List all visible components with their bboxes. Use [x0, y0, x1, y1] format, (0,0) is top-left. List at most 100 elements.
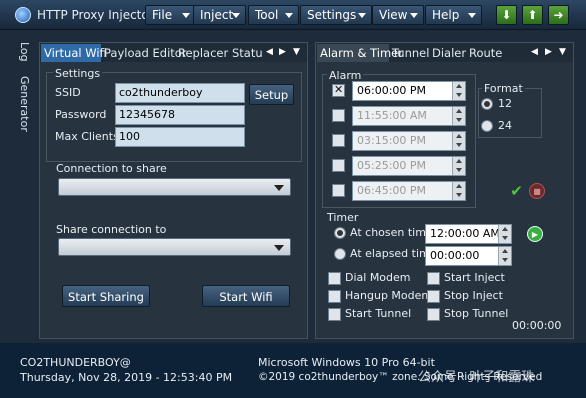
share-connection-to-select[interactable]	[58, 238, 291, 256]
tab-list-icon[interactable]: ▼	[293, 47, 300, 57]
tab-route[interactable]: Route	[466, 44, 502, 62]
menu-inject-label: Inject	[200, 8, 234, 22]
format-24-label: 24	[498, 119, 512, 132]
alarm-4-time[interactable]: 05:25:00 PM	[352, 156, 466, 176]
alarm-1-checkbox[interactable]	[332, 83, 345, 97]
menu-help[interactable]: Help	[425, 5, 482, 25]
menu-settings-label: Settings	[307, 8, 357, 22]
elapsed-counter: 00:00:00	[512, 319, 562, 332]
menu-view[interactable]: View	[372, 5, 424, 25]
spinner-icon[interactable]	[498, 247, 511, 265]
menu-file-label: File	[152, 8, 173, 22]
window-title: HTTP Proxy Injector	[37, 8, 154, 22]
tab-virtual-wifi[interactable]: Virtual Wifi	[41, 44, 107, 62]
hangup-modem-checkbox[interactable]	[328, 290, 341, 303]
at-elapsed-time-input[interactable]: 00:00:00	[425, 246, 512, 266]
alarm-5-checkbox[interactable]	[332, 184, 345, 197]
tab-next-icon[interactable]: ▶	[545, 47, 552, 57]
at-chosen-time-radio[interactable]	[334, 227, 346, 239]
status-datetime: Thursday, Nov 28, 2019 - 12:53:40 PM	[20, 371, 233, 384]
max-clients-label: Max Clients	[55, 130, 119, 143]
status-user: CO2THUNDERBOY@	[20, 356, 131, 369]
chevron-down-icon	[274, 185, 284, 191]
at-chosen-time-input[interactable]: 12:00:00 AM	[425, 224, 512, 244]
stop-inject-checkbox[interactable]	[427, 290, 440, 303]
spinner-icon[interactable]	[452, 182, 465, 200]
tab-replacer[interactable]: Replacer	[175, 44, 229, 62]
chevron-down-icon	[358, 13, 366, 18]
alarm-1-time-value: 06:00:00 PM	[357, 84, 427, 97]
spinner-icon[interactable]	[452, 157, 465, 175]
format-12-radio[interactable]	[481, 98, 493, 110]
watermark: 公众号 · 叶子和露珠	[418, 370, 535, 385]
alarm-4-time-value: 05:25:00 PM	[357, 159, 427, 172]
side-tab-log[interactable]: Log	[13, 42, 31, 66]
setup-button[interactable]: Setup	[249, 84, 294, 105]
chevron-down-icon	[285, 13, 293, 18]
tab-payload-editor[interactable]: Payload Editor	[101, 44, 187, 62]
confirm-check-icon[interactable]: ✔	[508, 183, 525, 200]
tab-prev-icon[interactable]: ◀	[531, 47, 538, 57]
connection-to-share-select[interactable]	[58, 178, 291, 196]
alarm-3-time[interactable]: 03:15:00 PM	[352, 131, 466, 151]
start-wifi-button[interactable]: Start Wifi	[202, 285, 290, 307]
dial-modem-label: Dial Modem	[345, 271, 411, 284]
chevron-down-icon	[232, 13, 240, 18]
arrow-down-icon[interactable]: ⬇	[496, 5, 517, 25]
connection-to-share-label: Connection to share	[56, 162, 167, 175]
at-elapsed-time-label: At elapsed time	[350, 247, 437, 260]
password-label: Password	[55, 108, 107, 121]
tab-next-icon[interactable]: ▶	[279, 47, 286, 57]
alarm-2-checkbox[interactable]	[332, 109, 345, 122]
alarm-3-time-value: 03:15:00 PM	[357, 134, 427, 147]
format-24-radio[interactable]	[481, 120, 493, 132]
arrow-up-icon[interactable]: ⬆	[522, 5, 543, 25]
alarm-3-checkbox[interactable]	[332, 134, 345, 147]
tab-list-icon[interactable]: ▼	[559, 47, 566, 57]
at-elapsed-time-value: 00:00:00	[430, 249, 480, 262]
tab-prev-icon[interactable]: ◀	[266, 47, 273, 57]
hangup-modem-label: Hangup Modem	[345, 289, 433, 302]
tab-tunnel[interactable]: Tunnel	[389, 44, 429, 62]
cancel-icon[interactable]: ■	[529, 183, 545, 199]
app-logo-icon	[15, 7, 31, 23]
stop-tunnel-checkbox[interactable]	[427, 308, 440, 321]
start-inject-label: Start Inject	[444, 271, 505, 284]
start-inject-checkbox[interactable]	[427, 272, 440, 285]
menu-view-label: View	[379, 8, 408, 22]
spinner-icon[interactable]	[452, 82, 465, 100]
at-elapsed-time-radio[interactable]	[334, 248, 346, 260]
spinner-icon[interactable]	[498, 225, 511, 243]
tab-alarm-timer[interactable]: Alarm & Timer	[317, 44, 403, 62]
tab-status[interactable]: Statu	[229, 44, 263, 62]
side-tab-generator[interactable]: Generator	[13, 76, 31, 136]
alarm-timer-panel: Alarm & Timer Tunnel Dialer Route ◀ ▶ ▼ …	[315, 42, 574, 339]
play-icon[interactable]: ▶	[527, 226, 543, 242]
spinner-icon[interactable]	[452, 132, 465, 150]
spinner-icon[interactable]	[452, 107, 465, 125]
ssid-input[interactable]: co2thunderboy	[115, 83, 245, 103]
tab-dialer[interactable]: Dialer	[429, 44, 466, 62]
virtual-wifi-panel: Virtual Wifi Payload Editor Replacer Sta…	[39, 42, 308, 339]
ssid-label: SSID	[55, 86, 81, 99]
arrow-right-icon[interactable]: ➜	[548, 5, 569, 25]
menu-inject[interactable]: Inject	[193, 5, 246, 25]
menu-file[interactable]: File	[145, 5, 196, 25]
timer-label: Timer	[327, 211, 359, 224]
password-input[interactable]: 12345678	[115, 105, 245, 125]
stop-inject-label: Stop Inject	[444, 289, 503, 302]
status-os: Microsoft Windows 10 Pro 64-bit	[258, 356, 435, 369]
start-tunnel-checkbox[interactable]	[328, 308, 341, 321]
dial-modem-checkbox[interactable]	[328, 272, 341, 285]
at-chosen-time-value: 12:00:00 AM	[430, 227, 500, 240]
menu-tool[interactable]: Tool	[248, 5, 299, 25]
alarm-2-time[interactable]: 11:55:00 AM	[352, 106, 466, 126]
start-sharing-button[interactable]: Start Sharing	[62, 285, 150, 307]
share-connection-to-label: Share connection to	[56, 223, 167, 236]
max-clients-input[interactable]: 100	[115, 127, 245, 147]
alarm-5-time[interactable]: 06:45:00 PM	[352, 181, 466, 201]
menu-settings[interactable]: Settings	[300, 5, 372, 25]
chevron-down-icon	[274, 245, 284, 251]
alarm-4-checkbox[interactable]	[332, 159, 345, 172]
alarm-1-time[interactable]: 06:00:00 PM	[352, 81, 466, 101]
